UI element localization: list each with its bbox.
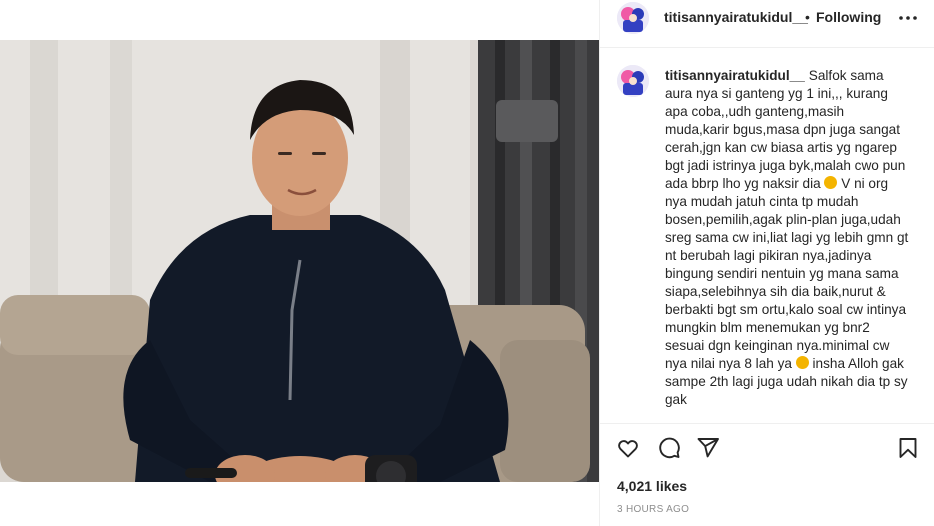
comment-icon[interactable]: [657, 436, 681, 460]
post-actions: [600, 434, 934, 464]
post-photo[interactable]: [0, 40, 599, 482]
post-header: titisannyairatukidul__ • Following: [600, 0, 934, 36]
caption-text-1: Salfok sama aura nya si ganteng yg 1 ini…: [665, 68, 906, 191]
caption-avatar-image: [617, 65, 649, 97]
caption-text-2: V ni org nya mudah jatuh cinta tp mudah …: [665, 176, 909, 371]
avatar[interactable]: [617, 2, 649, 34]
post-author-username[interactable]: titisannyairatukidul__: [664, 9, 808, 25]
bookmark-icon[interactable]: [896, 436, 920, 460]
caption-section: titisannyairatukidul__ Salfok sama aura n…: [600, 48, 934, 423]
more-options-icon[interactable]: [898, 10, 918, 26]
post-details-pane: titisannyairatukidul__ • Following titis…: [600, 0, 934, 526]
separator-dot: •: [805, 9, 810, 25]
caption-username[interactable]: titisannyairatukidul__: [665, 68, 805, 83]
actions-divider: [600, 423, 934, 424]
share-icon[interactable]: [696, 436, 720, 460]
emoji-icon: [824, 176, 838, 189]
heart-icon[interactable]: [616, 436, 640, 460]
post-photo-illustration: [0, 40, 599, 482]
likes-count[interactable]: 4,021 likes: [617, 478, 687, 494]
avatar-image: [617, 2, 649, 34]
grin-emoji-icon: [795, 356, 809, 369]
post-caption: titisannyairatukidul__ Salfok sama aura n…: [665, 67, 912, 409]
post-timestamp[interactable]: 3 HOURS AGO: [617, 504, 689, 515]
following-button[interactable]: Following: [816, 9, 881, 25]
caption-avatar[interactable]: [617, 65, 649, 97]
